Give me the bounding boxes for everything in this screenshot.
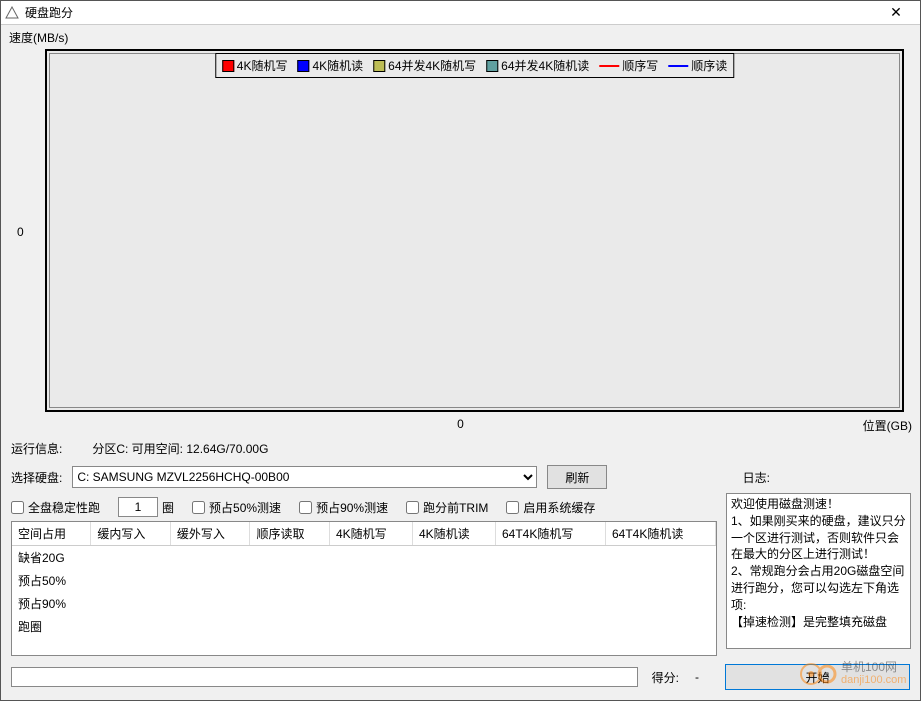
disk-select[interactable]: C: SAMSUNG MZVL2256HCHQ-00B00: [72, 466, 537, 488]
refresh-button[interactable]: 刷新: [547, 465, 607, 489]
th: 缓内写入: [91, 522, 171, 546]
loop-input[interactable]: [118, 497, 158, 517]
legend-item: 4K随机读: [297, 57, 363, 74]
titlebar: 硬盘跑分 ✕: [1, 1, 920, 25]
pre90-checkbox[interactable]: 预占90%测速: [299, 499, 388, 516]
x-axis-label: 位置(GB): [863, 417, 912, 434]
trim-checkbox[interactable]: 跑分前TRIM: [406, 499, 488, 516]
table-row: 预占50%: [12, 569, 716, 592]
th: 顺序读取: [250, 522, 330, 546]
disk-label: 选择硬盘:: [11, 469, 62, 486]
app-icon: [5, 6, 19, 20]
run-info-row: 运行信息: 分区C: 可用空间: 12.64G/70.00G: [1, 436, 920, 461]
start-button[interactable]: 开始: [725, 664, 910, 690]
y-axis-label: 速度(MB/s): [9, 29, 68, 46]
th: 64T4K随机写: [496, 522, 606, 546]
th: 缓外写入: [170, 522, 250, 546]
legend-item: 顺序读: [668, 57, 727, 74]
table-row: 缺省20G: [12, 546, 716, 570]
legend-item: 顺序写: [599, 57, 658, 74]
score-label: 得分:: [652, 669, 679, 686]
th: 4K随机读: [412, 522, 495, 546]
table-row: 跑圈: [12, 615, 716, 638]
legend-item: 4K随机写: [222, 57, 288, 74]
table-row: 预占90%: [12, 592, 716, 615]
fullscan-checkbox[interactable]: 全盘稳定性跑: [11, 499, 100, 516]
score-value: -: [687, 670, 707, 684]
run-info-text: 分区C: 可用空间: 12.64G/70.00G: [92, 440, 268, 457]
loop-unit: 圈: [162, 499, 174, 516]
run-info-label: 运行信息:: [11, 440, 62, 457]
score-progress: [11, 667, 638, 687]
close-button[interactable]: ✕: [876, 2, 916, 24]
th: 4K随机写: [329, 522, 412, 546]
pre50-checkbox[interactable]: 预占50%测速: [192, 499, 281, 516]
x-tick: 0: [457, 417, 464, 431]
th: 空间占用: [12, 522, 91, 546]
legend-item: 64并发4K随机读: [486, 57, 589, 74]
th: 64T4K随机读: [605, 522, 715, 546]
window-title: 硬盘跑分: [25, 4, 876, 21]
chart: 速度(MB/s) 0 4K随机写 4K随机读 64并发4K随机写 64并发4K随…: [1, 25, 920, 436]
y-tick: 0: [17, 225, 24, 239]
plot-area: 4K随机写 4K随机读 64并发4K随机写 64并发4K随机读 顺序写 顺序读: [45, 49, 904, 412]
result-table: 空间占用 缓内写入 缓外写入 顺序读取 4K随机写 4K随机读 64T4K随机写…: [11, 521, 717, 656]
log-textarea[interactable]: 欢迎使用磁盘测速！ 1、如果刚买来的硬盘，建议只分一个区进行测试，否则软件只会在…: [726, 493, 911, 649]
legend-item: 64并发4K随机写: [373, 57, 476, 74]
log-label: 日志:: [743, 469, 770, 486]
legend: 4K随机写 4K随机读 64并发4K随机写 64并发4K随机读 顺序写 顺序读: [215, 53, 734, 78]
syscache-checkbox[interactable]: 启用系统缓存: [506, 499, 595, 516]
